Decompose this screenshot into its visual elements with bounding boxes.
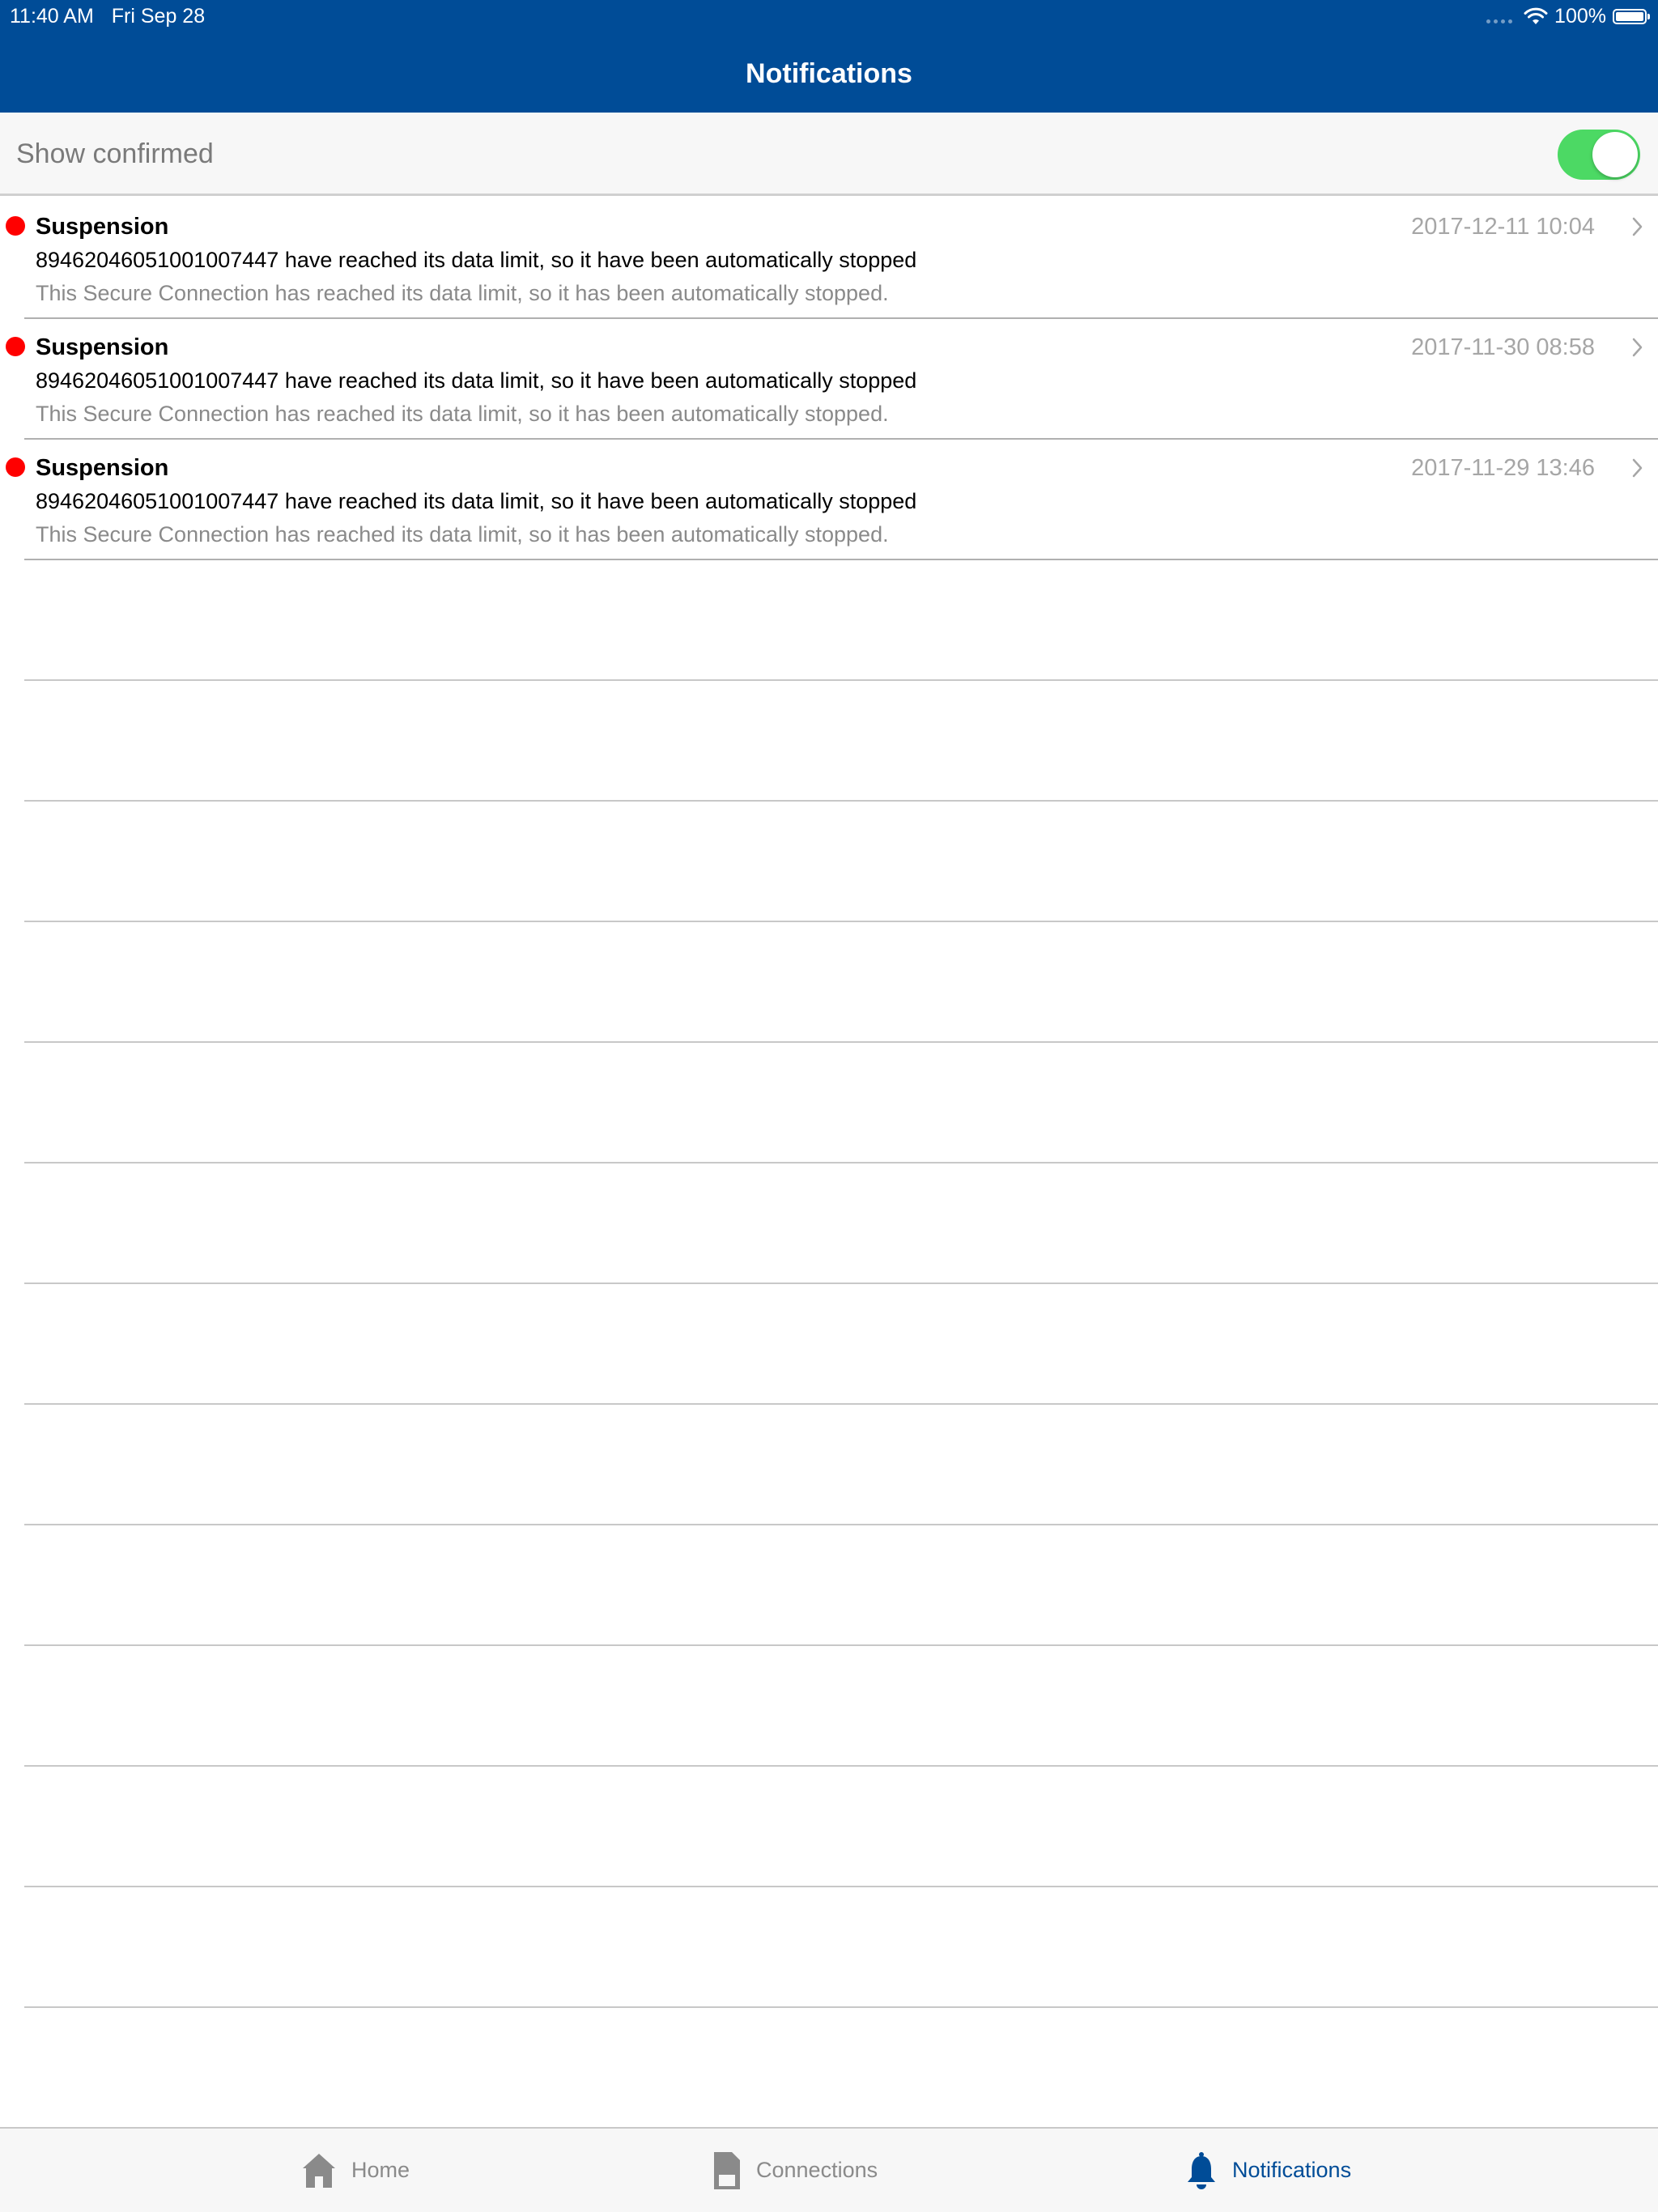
notification-title: Suspension [36, 214, 169, 240]
empty-row [24, 1525, 1658, 1646]
battery-percentage: 100% [1554, 4, 1606, 28]
tab-connections[interactable]: Connections [712, 2129, 878, 2212]
empty-row [24, 681, 1658, 802]
bell-icon [1188, 2151, 1215, 2189]
status-date: Fri Sep 28 [111, 5, 206, 28]
chevron-right-icon [1632, 217, 1643, 236]
empty-row [24, 1284, 1658, 1405]
header: 11:40 AM Fri Sep 28 100% Notifications [0, 0, 1658, 113]
empty-row [24, 560, 1658, 681]
notification-title: Suspension [36, 334, 169, 360]
notification-message: 89462046051001007447 have reached its da… [36, 368, 917, 393]
empty-row [24, 1043, 1658, 1163]
empty-row [24, 802, 1658, 922]
tab-label: Home [351, 2158, 410, 2182]
notification-detail: This Secure Connection has reached its d… [36, 402, 889, 426]
empty-row [24, 1767, 1658, 1887]
chevron-right-icon [1632, 338, 1643, 357]
toggle-knob [1592, 132, 1638, 177]
notification-detail: This Secure Connection has reached its d… [36, 281, 889, 305]
chevron-right-icon [1632, 458, 1643, 478]
unread-indicator [6, 337, 25, 356]
unread-indicator [6, 457, 25, 477]
cellular-signal-icon [1486, 19, 1513, 23]
tab-notifications[interactable]: Notifications [1185, 2129, 1351, 2212]
notification-date: 2017-11-29 13:46 [1411, 455, 1595, 481]
notification-message: 89462046051001007447 have reached its da… [36, 489, 917, 513]
empty-row [24, 1646, 1658, 1767]
status-time: 11:40 AM [10, 5, 94, 28]
notification-row[interactable]: Suspension 2017-11-29 13:46 894620460510… [6, 440, 1658, 560]
show-confirmed-label: Show confirmed [16, 138, 214, 169]
notification-detail: This Secure Connection has reached its d… [36, 522, 889, 547]
page-title: Notifications [746, 58, 912, 89]
tab-bar: Home Connections Notifications [0, 2127, 1658, 2212]
status-bar-left: 11:40 AM Fri Sep 28 [10, 4, 205, 28]
empty-row [24, 1887, 1658, 2008]
empty-row [24, 2008, 1658, 2129]
sim-card-icon [714, 2151, 740, 2189]
notification-message: 89462046051001007447 have reached its da… [36, 248, 917, 272]
tab-label: Connections [756, 2158, 878, 2182]
empty-row [24, 922, 1658, 1043]
empty-row [24, 1163, 1658, 1284]
notification-date: 2017-11-30 08:58 [1411, 334, 1595, 360]
show-confirmed-toggle[interactable] [1558, 130, 1640, 180]
empty-row [24, 1405, 1658, 1525]
notification-title: Suspension [36, 455, 169, 481]
battery-icon [1613, 8, 1650, 24]
notification-row[interactable]: Suspension 2017-11-30 08:58 894620460510… [6, 319, 1658, 440]
wifi-icon [1524, 7, 1548, 24]
tab-label: Notifications [1232, 2158, 1352, 2182]
status-bar-right: 100% [1486, 3, 1650, 29]
notifications-list: Suspension 2017-12-11 10:04 894620460510… [0, 198, 1658, 2129]
tab-home[interactable]: Home [301, 2129, 410, 2212]
house-icon [303, 2153, 335, 2188]
notification-row[interactable]: Suspension 2017-12-11 10:04 894620460510… [6, 198, 1658, 319]
filter-bar: Show confirmed [0, 113, 1658, 196]
notification-date: 2017-12-11 10:04 [1411, 214, 1595, 240]
unread-indicator [6, 216, 25, 236]
